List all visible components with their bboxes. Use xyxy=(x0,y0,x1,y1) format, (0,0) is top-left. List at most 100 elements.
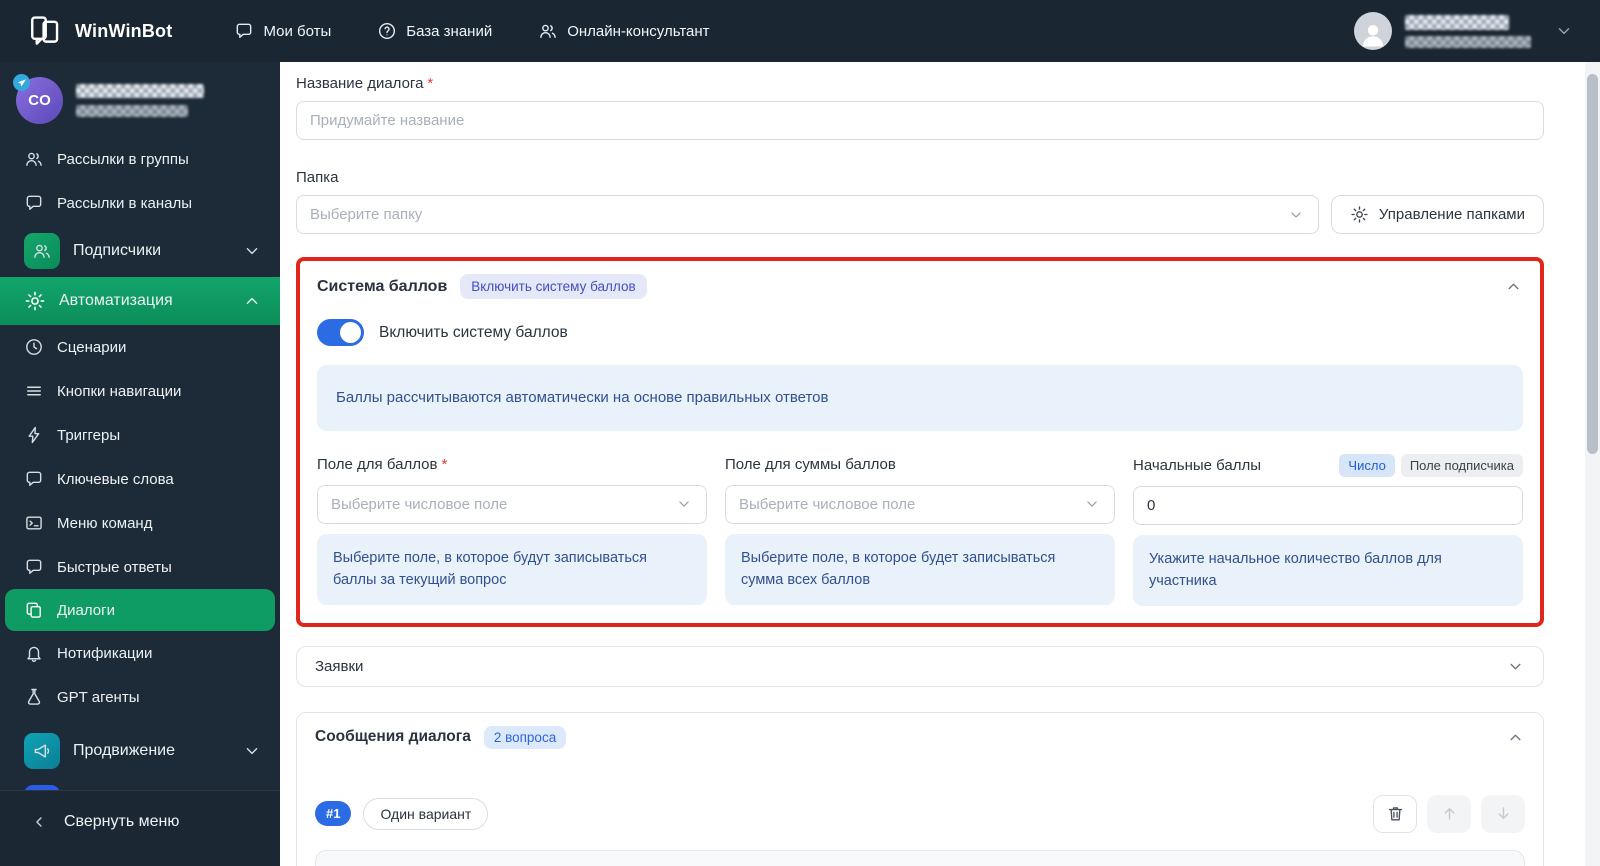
help-circle-icon xyxy=(377,21,397,41)
trash-icon xyxy=(1386,804,1405,823)
sidebar-item-dialogs[interactable]: Диалоги xyxy=(5,589,275,631)
sidebar-item-automation[interactable]: Автоматизация xyxy=(0,277,280,325)
chevron-down-icon xyxy=(1287,206,1305,224)
person-icon xyxy=(1358,19,1388,49)
score-field-select[interactable]: Выберите числовое поле xyxy=(317,484,707,524)
scoring-title: Система баллов xyxy=(317,277,448,295)
applications-accordion[interactable]: Заявки xyxy=(296,645,1544,687)
gear-icon xyxy=(24,290,46,312)
sidebar-item-keywords[interactable]: Ключевые слова xyxy=(0,457,280,501)
dialog-name-input[interactable] xyxy=(310,112,1530,129)
sidebar-item-scenarios[interactable]: Сценарии xyxy=(0,325,280,369)
scoring-toggle-label: Включить систему баллов xyxy=(379,323,568,341)
sidebar-item-label: Нотификации xyxy=(57,644,153,662)
score-field-label: Поле для баллов * xyxy=(317,456,448,474)
folder-placeholder: Выберите папку xyxy=(310,206,423,223)
flask-icon xyxy=(24,687,44,707)
initial-score-hint: Укажите начальное количество баллов для … xyxy=(1133,534,1523,606)
scoring-toggle[interactable] xyxy=(317,319,364,346)
scoring-info-box: Баллы рассчитываются автоматически на ос… xyxy=(317,365,1523,431)
score-sum-select[interactable]: Выберите числовое поле xyxy=(725,484,1115,524)
sidebar-item-label: Быстрые ответы xyxy=(57,558,172,576)
collapse-menu-button[interactable]: Свернуть меню xyxy=(0,790,280,866)
sidebar-item-label: Сценарии xyxy=(57,338,127,356)
bot-profile[interactable]: CO xyxy=(0,62,280,137)
arrow-down-icon xyxy=(1494,804,1513,823)
question-variant-button[interactable]: Один вариант xyxy=(363,797,489,830)
avatar xyxy=(1354,12,1392,50)
manage-folders-button[interactable]: Управление папками xyxy=(1330,195,1544,234)
sidebar-item-notifications[interactable]: Нотификации xyxy=(0,631,280,675)
sidebar-item-label: GPT агенты xyxy=(57,688,140,706)
chevron-up-icon xyxy=(242,291,262,311)
applications-title: Заявки xyxy=(315,657,364,675)
message-text-field[interactable]: Текст сообщения xyxy=(315,849,1525,866)
nav-item-knowledge-base[interactable]: База знаний xyxy=(377,21,492,41)
sidebar-item-label: Кнопки навигации xyxy=(57,382,182,400)
list-icon xyxy=(24,381,44,401)
brand[interactable]: WinWinBot xyxy=(28,14,172,48)
chevron-up-icon[interactable] xyxy=(1504,277,1523,296)
sidebar-item-label: Триггеры xyxy=(57,426,121,444)
chevron-down-icon[interactable] xyxy=(1554,21,1574,41)
arrow-up-icon xyxy=(1440,804,1459,823)
nav-item-online-consultant[interactable]: Онлайн-консультант xyxy=(538,21,710,41)
users-icon xyxy=(24,233,60,269)
scrollbar-track[interactable] xyxy=(1585,62,1600,866)
sidebar-item-subscribers[interactable]: Подписчики xyxy=(0,225,280,277)
sidebar-item-label: Продвижение xyxy=(73,742,175,759)
tab-number[interactable]: Число xyxy=(1339,453,1395,477)
chat-icon xyxy=(234,21,254,41)
sidebar-item-triggers[interactable]: Триггеры xyxy=(0,413,280,457)
chevron-left-icon xyxy=(30,813,48,831)
bell-icon xyxy=(24,643,44,663)
scrollbar-thumb[interactable] xyxy=(1587,74,1598,454)
initial-score-label: Начальные баллы xyxy=(1133,456,1262,474)
brand-name: WinWinBot xyxy=(75,20,173,41)
initial-score-input[interactable] xyxy=(1147,496,1509,514)
bot-name-redacted xyxy=(76,84,204,117)
sidebar-item-label: Автоматизация xyxy=(59,292,173,309)
move-question-up-button[interactable] xyxy=(1427,794,1471,833)
user-name-redacted xyxy=(1405,14,1531,48)
chat-icon xyxy=(24,557,44,577)
sidebar-item-promotion[interactable]: Продвижение xyxy=(0,725,280,777)
nav-item-label: Онлайн-консультант xyxy=(567,22,710,40)
sidebar-item-gpt-agents[interactable]: GPT агенты xyxy=(0,675,280,719)
sidebar-item-label: Ключевые слова xyxy=(57,470,174,488)
clipboard-icon xyxy=(24,600,44,620)
chevron-down-icon xyxy=(675,495,693,513)
sidebar-item-quick-replies[interactable]: Быстрые ответы xyxy=(0,545,280,589)
main-content: Название диалога* Папка Выберите папку У… xyxy=(280,62,1600,866)
scoring-section-annotation: Система баллов Включить систему баллов В… xyxy=(296,257,1544,627)
dialog-messages-section: Сообщения диалога 2 вопроса #1 Один вари… xyxy=(296,711,1544,866)
initial-score-column: Начальные баллы Число Поле подписчика Ук… xyxy=(1133,453,1523,606)
chevron-down-icon xyxy=(1506,657,1525,676)
dialog-name-label: Название диалога * xyxy=(296,75,434,92)
sidebar-item-label: Рассылки в группы xyxy=(57,150,189,168)
telegram-badge-icon xyxy=(13,74,30,91)
clock-icon xyxy=(24,337,44,357)
chat-icon xyxy=(24,469,44,489)
sidebar-item-label: Подписчики xyxy=(73,242,162,259)
chat-icon xyxy=(24,193,44,213)
megaphone-icon xyxy=(24,733,60,769)
tab-subscriber-field[interactable]: Поле подписчика xyxy=(1400,453,1523,477)
bot-avatar: CO xyxy=(13,74,63,124)
nav-item-my-bots[interactable]: Мои боты xyxy=(234,21,331,41)
score-sum-label: Поле для суммы баллов xyxy=(725,456,896,474)
folder-select[interactable]: Выберите папку xyxy=(296,195,1319,234)
score-sum-hint: Выберите поле, в которое будет записыват… xyxy=(725,533,1115,605)
sidebar-item-group-broadcasts[interactable]: Рассылки в группы xyxy=(0,137,280,181)
sidebar-item-label: Меню команд xyxy=(57,514,153,532)
score-sum-column: Поле для суммы баллов Выберите числовое … xyxy=(725,454,1115,606)
sidebar-item-navigation-buttons[interactable]: Кнопки навигации xyxy=(0,369,280,413)
sidebar-item-command-menu[interactable]: Меню команд xyxy=(0,501,280,545)
move-question-down-button[interactable] xyxy=(1481,794,1525,833)
delete-question-button[interactable] xyxy=(1373,794,1417,833)
scoring-badge: Включить систему баллов xyxy=(460,274,647,299)
user-menu[interactable] xyxy=(1354,12,1574,50)
sidebar-item-channel-broadcasts[interactable]: Рассылки в каналы xyxy=(0,181,280,225)
chevron-up-icon[interactable] xyxy=(1506,728,1525,747)
gear-icon xyxy=(1350,205,1369,224)
